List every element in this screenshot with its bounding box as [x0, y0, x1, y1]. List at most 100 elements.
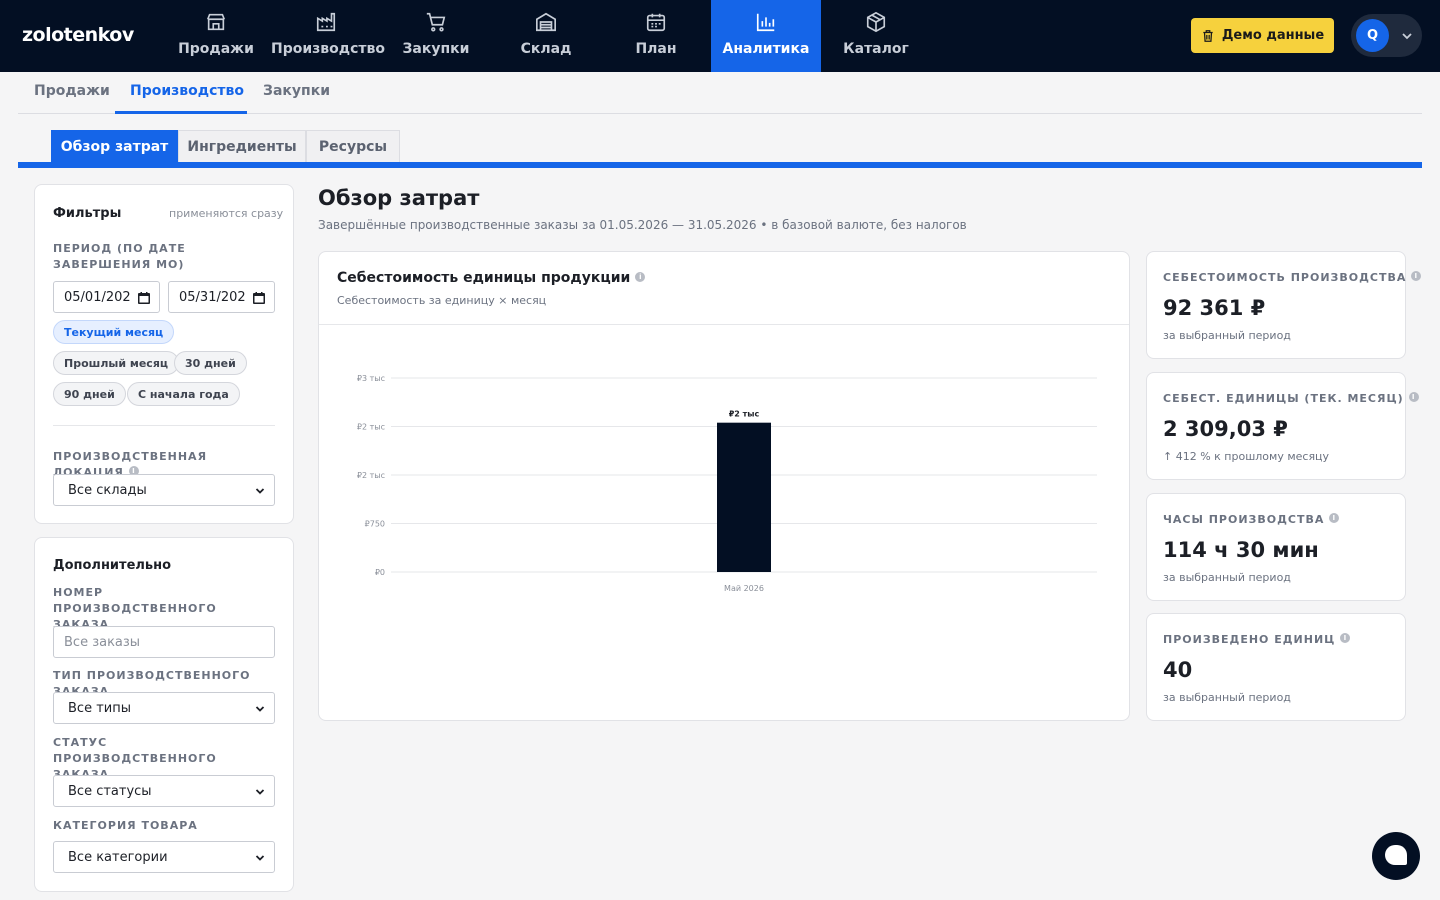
chart-subtitle: Себестоимость за единицу × месяц — [337, 294, 547, 307]
unit-cost-chart: ₽0 ₽750 ₽2 тыс ₽2 тыс ₽3 тыс ₽2 тыс Май 2026 — [357, 374, 1097, 593]
y-tick-label: ₽0 — [375, 568, 385, 577]
data-label: ₽2 тыс — [729, 410, 760, 419]
preset-90-days[interactable]: 90 дней — [53, 382, 126, 406]
page-subtitle: Завершённые производственные заказы за 0… — [318, 218, 967, 232]
tab-cost-overview[interactable]: Обзор затрат — [51, 130, 178, 162]
page-title: Обзор затрат — [318, 186, 480, 210]
y-tick-label: ₽750 — [365, 520, 385, 529]
preset-last-month[interactable]: Прошлый месяц — [53, 351, 180, 375]
info-icon[interactable]: i — [635, 272, 646, 282]
analytics-section-tabs: Продажи Производство Закупки — [18, 73, 1422, 114]
period-label: ПЕРИОД (ПО ДАТЕ ЗАВЕРШЕНИЯ МО) — [53, 242, 186, 271]
kpi-value: 40 — [1163, 658, 1193, 682]
demo-data-label: Демо данные — [1221, 28, 1325, 43]
tabs-bar — [18, 162, 1422, 168]
nav-item-label: Производство — [271, 41, 385, 57]
nav-item-plan[interactable]: План — [601, 0, 711, 72]
app-logo[interactable]: zolotenkov — [22, 24, 134, 46]
kpi-note: за выбранный период — [1163, 571, 1291, 584]
nav-item-purchases[interactable]: Закупки — [381, 0, 491, 72]
category-value: Все категории — [68, 849, 168, 865]
chart-divider — [319, 324, 1129, 325]
info-icon[interactable]: i — [1408, 392, 1419, 402]
y-tick-label: ₽3 тыс — [357, 374, 385, 383]
nav-item-sales[interactable]: Продажи — [161, 0, 271, 72]
order-type-value: Все типы — [68, 700, 131, 716]
nav-item-analytics[interactable]: Аналитика — [711, 0, 821, 72]
nav-item-warehouse[interactable]: Склад — [491, 0, 601, 72]
y-tick-label: ₽2 тыс — [357, 423, 385, 432]
order-type-select[interactable]: Все типы — [53, 692, 275, 724]
bar — [717, 422, 771, 572]
additional-filters-panel: Дополнительно НОМЕР ПРОИЗВОДСТВЕННОГО ЗА… — [34, 537, 294, 892]
info-icon[interactable]: i — [1329, 513, 1340, 523]
info-icon[interactable]: i — [1340, 633, 1351, 643]
nav-item-label: Закупки — [402, 41, 470, 57]
nav-item-label: Каталог — [843, 41, 909, 57]
kpi-value: 2 309,03 ₽ — [1163, 417, 1288, 441]
chevron-down-icon — [255, 789, 265, 795]
location-select[interactable]: Все склады — [53, 474, 275, 506]
bar-chart-icon — [756, 13, 775, 32]
tab-purchases[interactable]: Закупки — [263, 83, 330, 99]
warehouse-icon — [536, 12, 556, 32]
chevron-down-icon — [255, 706, 265, 712]
kpi-label: СЕБЕСТОИМОСТЬ ПРОИЗВОДСТВА i — [1163, 271, 1422, 284]
kpi-production-cost: СЕБЕСТОИМОСТЬ ПРОИЗВОДСТВА i 92 361 ₽ за … — [1146, 251, 1422, 359]
kpi-value: 114 ч 30 мин — [1163, 538, 1319, 562]
unit-cost-chart-card: Себестоимость единицы продукции i Себесто… — [318, 251, 1130, 721]
kpi-note: за выбранный период — [1163, 329, 1291, 342]
box-icon — [866, 11, 886, 33]
avatar: Q — [1356, 19, 1389, 52]
trash-icon — [1203, 29, 1213, 42]
kpi-note: ↑ 412 % к прошлому месяцу — [1163, 450, 1330, 463]
additional-title: Дополнительно — [53, 558, 172, 573]
chevron-down-icon — [255, 855, 265, 861]
chart-title: Себестоимость единицы продукции i — [337, 270, 646, 286]
date-from-value: 05/01/202 — [64, 289, 131, 305]
calendar-icon[interactable] — [138, 292, 150, 304]
store-icon — [206, 13, 226, 31]
order-number-input[interactable]: Все заказы — [53, 626, 275, 658]
kpi-value: 92 361 ₽ — [1163, 296, 1266, 320]
nav-item-label: Продажи — [178, 41, 254, 57]
nav-item-production[interactable]: Производство — [271, 0, 385, 72]
calendar-icon — [646, 13, 666, 32]
filters-panel: Фильтры применяются сразу ПЕРИОД (ПО ДАТ… — [34, 184, 294, 524]
date-to-value: 05/31/202 — [179, 289, 246, 305]
kpi-production-hours: ЧАСЫ ПРОИЗВОДСТВА i 114 ч 30 мин за выбра… — [1146, 493, 1406, 601]
preset-year-to-date[interactable]: С начала года — [127, 382, 240, 406]
kpi-label: ПРОИЗВЕДЕНО ЕДИНИЦ i — [1163, 633, 1351, 646]
tab-sales[interactable]: Продажи — [34, 83, 110, 99]
order-status-select[interactable]: Все статусы — [53, 775, 275, 807]
chevron-down-icon — [1402, 33, 1412, 40]
chat-launcher-button[interactable] — [1372, 832, 1420, 880]
tab-ingredients[interactable]: Ингредиенты — [178, 130, 306, 162]
kpi-unit-cost: СЕБЕСТ. ЕДИНИЦЫ (ТЕК. МЕСЯЦ) i 2 309,03 ₽… — [1146, 372, 1419, 480]
kpi-label: СЕБЕСТ. ЕДИНИЦЫ (ТЕК. МЕСЯЦ) i — [1163, 392, 1419, 405]
category-select[interactable]: Все категории — [53, 841, 275, 873]
preset-current-month[interactable]: Текущий месяц — [53, 320, 175, 344]
kpi-note: за выбранный период — [1163, 691, 1291, 704]
kpi-label: ЧАСЫ ПРОИЗВОДСТВА i — [1163, 513, 1340, 526]
calendar-icon[interactable] — [253, 292, 265, 304]
preset-30-days[interactable]: 30 дней — [174, 351, 247, 375]
date-to-input[interactable]: 05/31/202 — [168, 281, 275, 313]
user-menu[interactable]: Q — [1351, 14, 1422, 57]
cart-icon — [426, 12, 446, 32]
x-tick-label: Май 2026 — [724, 584, 764, 593]
tab-resources[interactable]: Ресурсы — [306, 130, 400, 162]
category-label: КАТЕГОРИЯ ТОВАРА — [53, 819, 198, 832]
chevron-down-icon — [255, 488, 265, 494]
date-from-input[interactable]: 05/01/202 — [53, 281, 160, 313]
nav-item-label: План — [635, 41, 677, 57]
kpi-units-produced: ПРОИЗВЕДЕНО ЕДИНИЦ i 40 за выбранный пери… — [1146, 613, 1406, 721]
y-tick-label: ₽2 тыс — [357, 471, 385, 480]
tab-production[interactable]: Производство — [130, 83, 244, 99]
nav-item-catalog[interactable]: Каталог — [821, 0, 931, 72]
nav-item-label: Аналитика — [722, 41, 810, 57]
report-tabs: Обзор затрат Ингредиенты Ресурсы — [18, 130, 1422, 168]
location-select-value: Все склады — [68, 482, 147, 498]
info-icon[interactable]: i — [1411, 271, 1422, 281]
demo-data-button[interactable]: Демо данные — [1191, 18, 1334, 53]
